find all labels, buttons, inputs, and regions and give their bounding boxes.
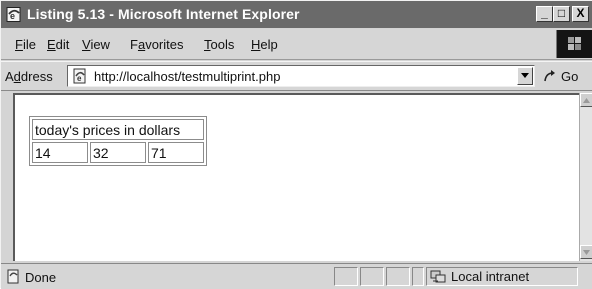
menu-favorites-rest: vorites: [145, 37, 184, 52]
table-row: 14 32 71: [32, 142, 204, 163]
menu-help[interactable]: Help: [251, 37, 278, 52]
status-panel-3: [386, 267, 410, 286]
status-bar: Done Local intranet: [1, 263, 592, 289]
go-arrow-icon: [544, 70, 555, 82]
menu-help-rest: elp: [260, 37, 278, 52]
menu-bar: File Edit View Favorites Tools Help: [1, 29, 592, 60]
menu-file-rest: ile: [22, 37, 36, 52]
price-cell: 32: [90, 142, 146, 163]
price-table: today's prices in dollars 14 32 71: [29, 116, 207, 166]
address-field[interactable]: e http://localhost/testmultiprint.php: [67, 65, 535, 87]
menu-file[interactable]: File: [15, 37, 36, 52]
page-content: today's prices in dollars 14 32 71: [13, 93, 579, 261]
address-label-pre: A: [5, 69, 14, 84]
address-bar: Address e http://localhost/testmultiprin…: [1, 61, 592, 91]
local-intranet-icon: [430, 270, 446, 283]
scroll-up-button[interactable]: [580, 93, 592, 107]
table-header-cell: today's prices in dollars: [32, 119, 204, 140]
address-label-accel: d: [13, 69, 21, 84]
page-done-icon: [7, 269, 19, 284]
ie-page-icon: e: [73, 68, 86, 84]
windows-logo-icon: [568, 37, 581, 50]
menu-edit[interactable]: Edit: [47, 37, 69, 52]
browser-window: e Listing 5.13 - Microsoft Internet Expl…: [0, 0, 592, 289]
address-label-rest: dress: [20, 69, 53, 84]
svg-text:e: e: [77, 74, 82, 83]
arrow-up-icon: [583, 98, 590, 103]
minimize-button[interactable]: _: [536, 6, 553, 22]
address-dropdown-button[interactable]: [517, 67, 533, 85]
ie-page-icon: e: [6, 7, 21, 22]
zone-panel: Local intranet: [426, 267, 578, 286]
price-cell: 14: [32, 142, 88, 163]
menu-view[interactable]: View: [82, 37, 110, 52]
menu-view-rest: iew: [90, 37, 110, 52]
title-bar: e Listing 5.13 - Microsoft Internet Expl…: [1, 1, 592, 28]
address-url[interactable]: http://localhost/testmultiprint.php: [94, 69, 280, 84]
status-text: Done: [25, 270, 57, 285]
menu-tools[interactable]: Tools: [204, 37, 234, 52]
menu-edit-accel: E: [47, 37, 56, 52]
scroll-down-button[interactable]: [580, 245, 592, 259]
menu-favorites-pre: F: [130, 37, 138, 52]
menu-file-accel: F: [15, 37, 23, 52]
svg-text:e: e: [10, 11, 15, 21]
window-title: Listing 5.13 - Microsoft Internet Explor…: [27, 6, 300, 22]
maximize-button[interactable]: □: [553, 6, 570, 22]
menu-favorites[interactable]: Favorites: [130, 37, 183, 52]
zone-text: Local intranet: [451, 269, 530, 284]
menu-edit-rest: dit: [55, 37, 70, 52]
status-panel-2: [360, 267, 384, 286]
status-panel-1: [334, 267, 358, 286]
menu-tools-rest: ools: [210, 37, 235, 52]
vertical-scrollbar[interactable]: [579, 93, 592, 261]
menu-help-accel: H: [251, 37, 261, 52]
arrow-down-icon: [583, 250, 590, 255]
table-header-row: today's prices in dollars: [32, 119, 204, 140]
price-cell: 71: [148, 142, 204, 163]
address-label: Address: [5, 69, 53, 84]
go-label: Go: [561, 69, 579, 84]
status-panel-4: [412, 267, 424, 286]
chevron-down-icon: [521, 73, 529, 78]
close-button[interactable]: X: [572, 6, 589, 22]
windows-throbber: [556, 30, 592, 58]
